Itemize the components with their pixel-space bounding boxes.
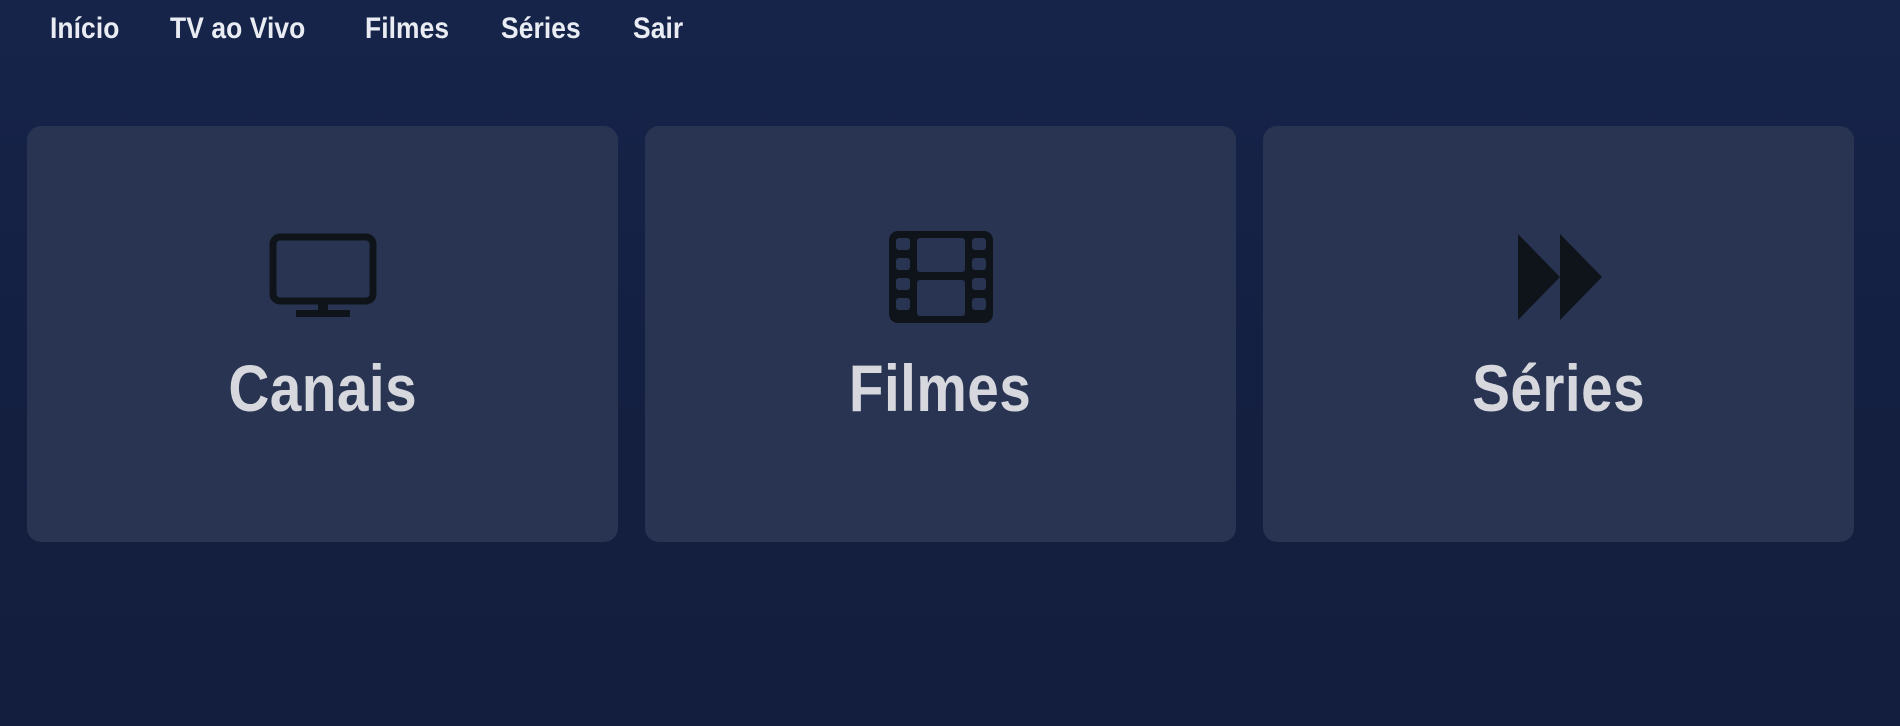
nav-item-sair[interactable]: Sair <box>633 12 683 46</box>
card-label: Filmes <box>849 351 1032 425</box>
nav-item-tv-ao-vivo[interactable]: TV ao Vivo <box>170 12 305 46</box>
tv-icon <box>268 232 378 322</box>
top-navigation: Início TV ao Vivo Filmes Séries Sair <box>50 8 731 50</box>
card-filmes[interactable]: Filmes <box>645 126 1236 542</box>
fast-forward-icon <box>1504 232 1614 322</box>
card-series[interactable]: Séries <box>1263 126 1854 542</box>
card-canais[interactable]: Canais <box>27 126 618 542</box>
card-label: Canais <box>228 351 417 425</box>
category-cards: Canais Filmes Séries <box>27 126 1854 542</box>
nav-item-filmes[interactable]: Filmes <box>365 12 449 46</box>
nav-item-series[interactable]: Séries <box>501 12 581 46</box>
nav-item-inicio[interactable]: Início <box>50 12 119 46</box>
film-icon <box>886 231 996 323</box>
card-label: Séries <box>1471 351 1645 425</box>
